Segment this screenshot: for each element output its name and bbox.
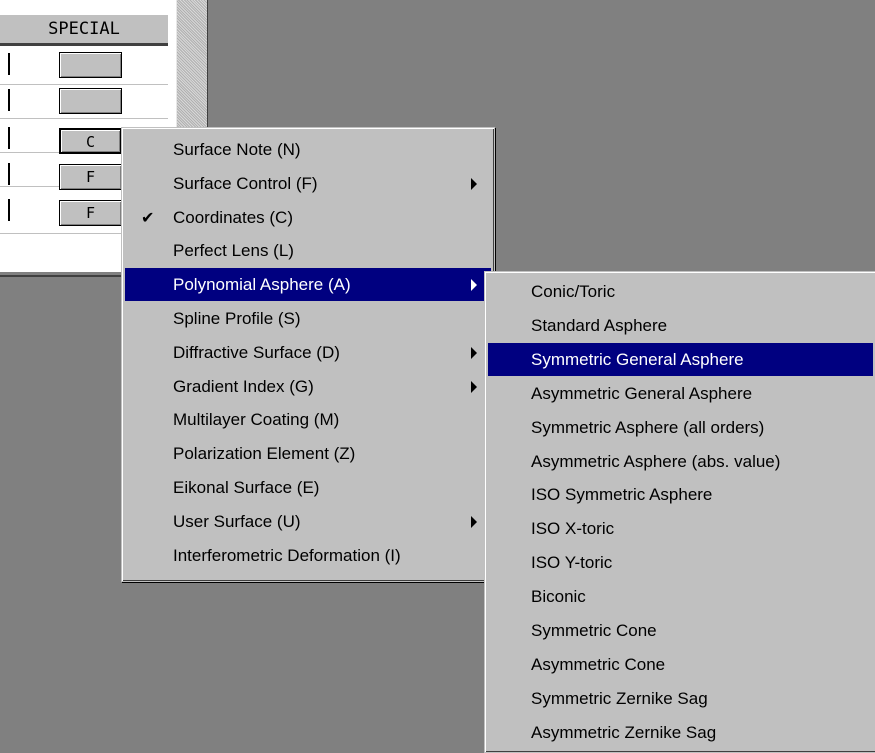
submenu-item-symmetric-asphere-all-orders[interactable]: Symmetric Asphere (all orders) bbox=[488, 411, 873, 444]
checkmark-icon: ✔ bbox=[141, 207, 155, 227]
submenu-item-label: Conic/Toric bbox=[531, 282, 616, 301]
menu-item-label: Polynomial Asphere (A) bbox=[173, 275, 351, 295]
submenu-item-symmetric-zernike-sag[interactable]: Symmetric Zernike Sag bbox=[488, 682, 873, 715]
menu-item-surface-note[interactable]: Surface Note (N) bbox=[125, 133, 491, 166]
submenu-item-asymmetric-general-asphere[interactable]: Asymmetric General Asphere bbox=[488, 377, 873, 410]
menu-item-spline-profile[interactable]: Spline Profile (S) bbox=[125, 302, 491, 335]
special-cell-button[interactable]: F bbox=[59, 200, 122, 226]
menu-item-label: Perfect Lens (L) bbox=[173, 241, 294, 261]
menu-item-label: Spline Profile (S) bbox=[173, 309, 301, 328]
menu-item-label: Multilayer Coating (M) bbox=[173, 410, 340, 430]
submenu-item-standard-asphere[interactable]: Standard Asphere bbox=[488, 309, 873, 342]
row-marker bbox=[8, 53, 10, 75]
menu-item-label: Gradient Index (G) bbox=[173, 376, 314, 396]
submenu-item-label: Asymmetric Cone bbox=[531, 654, 666, 674]
row-marker bbox=[8, 163, 10, 185]
submenu-item-label: Symmetric Asphere (all orders) bbox=[531, 417, 765, 437]
submenu-item-iso-y-toric[interactable]: ISO Y-toric bbox=[488, 546, 873, 579]
submenu-item-asymmetric-asphere-abs-value[interactable]: Asymmetric Asphere (abs. value) bbox=[488, 445, 873, 478]
menu-item-interferometric-deformation[interactable]: Interferometric Deformation (I) bbox=[125, 539, 491, 572]
special-cell-button[interactable] bbox=[59, 88, 122, 114]
submenu-item-conic-toric[interactable]: Conic/Toric bbox=[488, 275, 873, 308]
submenu-item-symmetric-general-asphere[interactable]: Symmetric General Asphere bbox=[488, 342, 873, 376]
menu-item-diffractive-surface[interactable]: Diffractive Surface (D) bbox=[125, 336, 491, 369]
menu-item-polarization-element[interactable]: Polarization Element (Z) bbox=[125, 437, 491, 470]
menu-item-polynomial-asphere[interactable]: Polynomial Asphere (A) bbox=[125, 268, 491, 302]
menu-item-label: Surface Note (N) bbox=[173, 140, 301, 159]
menu-item-label: Coordinates (C) bbox=[173, 207, 293, 227]
surface-context-menu: Surface Note (N) Surface Control (F) ✔ Coor… bbox=[121, 127, 495, 582]
row-marker bbox=[8, 127, 10, 149]
submenu-item-biconic[interactable]: Biconic bbox=[488, 580, 873, 613]
menu-item-surface-control[interactable]: Surface Control (F) bbox=[125, 167, 491, 200]
special-column-header[interactable]: SPECIAL bbox=[0, 14, 168, 44]
menu-item-coordinates[interactable]: ✔ Coordinates (C) bbox=[125, 201, 491, 234]
submenu-item-label: ISO Y-toric bbox=[531, 553, 613, 573]
submenu-item-label: Asymmetric General Asphere bbox=[531, 383, 753, 403]
submenu-item-label: Asymmetric Zernike Sag bbox=[531, 722, 717, 742]
menu-item-gradient-index[interactable]: Gradient Index (G) bbox=[125, 370, 491, 403]
submenu-arrow-icon bbox=[471, 177, 477, 190]
special-cell-button[interactable] bbox=[59, 52, 122, 78]
row-marker bbox=[8, 199, 10, 221]
menu-item-label: Surface Control (F) bbox=[173, 173, 318, 193]
submenu-item-symmetric-cone[interactable]: Symmetric Cone bbox=[488, 614, 873, 647]
header-divider bbox=[0, 44, 168, 46]
submenu-item-iso-symmetric-asphere[interactable]: ISO Symmetric Asphere bbox=[488, 478, 873, 511]
menu-item-label: Interferometric Deformation (I) bbox=[173, 545, 401, 565]
menu-item-perfect-lens[interactable]: Perfect Lens (L) bbox=[125, 234, 491, 267]
special-cell-button[interactable]: F bbox=[59, 164, 122, 190]
submenu-item-label: Biconic bbox=[531, 587, 586, 607]
menu-item-eikonal-surface[interactable]: Eikonal Surface (E) bbox=[125, 471, 491, 504]
submenu-item-label: Symmetric Cone bbox=[531, 621, 657, 640]
menu-item-label: Polarization Element (Z) bbox=[173, 444, 356, 464]
polynomial-asphere-submenu: Conic/Toric Standard Asphere Symmetric Gen… bbox=[484, 271, 875, 753]
row-marker bbox=[8, 89, 10, 111]
menu-item-multilayer-coating[interactable]: Multilayer Coating (M) bbox=[125, 403, 491, 436]
menu-item-label: User Surface (U) bbox=[173, 511, 301, 531]
submenu-item-label: Symmetric Zernike Sag bbox=[531, 688, 708, 708]
submenu-item-label: Asymmetric Asphere (abs. value) bbox=[531, 451, 781, 471]
submenu-item-asymmetric-zernike-sag[interactable]: Asymmetric Zernike Sag bbox=[488, 716, 873, 749]
submenu-item-label: Symmetric General Asphere bbox=[531, 349, 744, 369]
submenu-item-label: Standard Asphere bbox=[531, 315, 668, 335]
special-cell-button-active[interactable]: C bbox=[59, 128, 122, 154]
menu-item-user-surface[interactable]: User Surface (U) bbox=[125, 505, 491, 538]
submenu-arrow-icon bbox=[471, 515, 477, 528]
submenu-arrow-icon bbox=[471, 346, 477, 359]
submenu-item-label: ISO X-toric bbox=[531, 519, 615, 539]
submenu-item-iso-x-toric[interactable]: ISO X-toric bbox=[488, 512, 873, 545]
row-divider bbox=[0, 84, 168, 85]
menu-item-label: Diffractive Surface (D) bbox=[173, 342, 340, 362]
row-divider bbox=[0, 118, 168, 119]
menu-item-label: Eikonal Surface (E) bbox=[173, 478, 320, 497]
submenu-arrow-icon bbox=[471, 279, 477, 292]
submenu-arrow-icon bbox=[471, 380, 477, 393]
submenu-item-asymmetric-cone[interactable]: Asymmetric Cone bbox=[488, 648, 873, 681]
submenu-item-label: ISO Symmetric Asphere bbox=[531, 485, 713, 505]
